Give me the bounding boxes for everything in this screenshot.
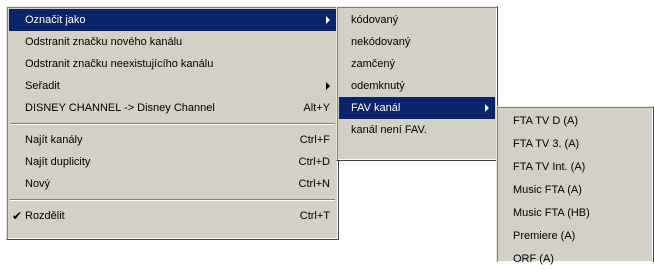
menu-item-unencrypted[interactable]: nekódovaný xyxy=(339,31,495,53)
menu-item-label: nekódovaný xyxy=(351,36,411,48)
menu-separator xyxy=(10,199,335,201)
menu-item-shortcut: Ctrl+D xyxy=(298,156,330,168)
menu-item-rename-disney[interactable]: DISNEY CHANNEL -> Disney Channel Alt+Y xyxy=(9,97,336,119)
menu-item-label: kódovaný xyxy=(351,14,399,26)
menu-item-label: Nový xyxy=(25,178,51,190)
menu-item-label: Music FTA (A) xyxy=(513,183,582,196)
menu-item-label: Najít duplicity xyxy=(25,156,91,168)
mark-as-submenu: kódovaný nekódovaný zamčený odemknutý FA… xyxy=(336,6,498,161)
context-menu: Označit jako Odstranit značku nového kan… xyxy=(6,6,339,240)
menu-item-shortcut: Ctrl+F xyxy=(299,134,330,146)
menu-item-label: ORF (A) xyxy=(513,252,554,265)
menu-item-label: Premiere (A) xyxy=(513,229,576,242)
menu-item-label: Označit jako xyxy=(25,14,86,26)
menu-item-label: kanál není FAV. xyxy=(351,124,427,136)
menu-item-find-channels[interactable]: Najít kanály Ctrl+F xyxy=(9,129,336,151)
menu-item-label: Seřadit xyxy=(25,80,60,92)
submenu-arrow-icon xyxy=(326,9,330,31)
menu-separator xyxy=(10,123,335,125)
menu-item-label: odemknutý xyxy=(351,80,405,92)
submenu-arrow-icon xyxy=(326,75,330,97)
menu-item-label: FTA TV Int. (A) xyxy=(513,160,586,173)
menu-item-fav-list[interactable]: FTA TV Int. (A) xyxy=(499,155,651,178)
menu-item-label: Najít kanály xyxy=(25,134,83,146)
menu-item-label: FAV kanál xyxy=(351,102,401,114)
menu-item-fav-list[interactable]: FTA TV 3. (A) xyxy=(499,132,651,155)
menu-item-unlocked[interactable]: odemknutý xyxy=(339,75,495,97)
menu-item-label: zamčený xyxy=(351,58,396,70)
menu-item-not-fav[interactable]: kanál není FAV. xyxy=(339,119,495,141)
menu-item-label: FTA TV 3. (A) xyxy=(513,137,580,150)
menu-item-mark-as[interactable]: Označit jako xyxy=(9,9,336,31)
menu-item-fav-channel[interactable]: FAV kanál xyxy=(339,97,495,119)
submenu-arrow-icon xyxy=(485,97,489,119)
menu-item-remove-new-mark[interactable]: Odstranit značku nového kanálu xyxy=(9,31,336,53)
menu-item-fav-list[interactable]: FTA TV D (A) xyxy=(499,109,651,132)
menu-item-shortcut: Alt+Y xyxy=(303,102,330,114)
menu-item-encrypted[interactable]: kódovaný xyxy=(339,9,495,31)
menu-item-split[interactable]: ✔ Rozdělit Ctrl+T xyxy=(9,205,336,227)
menu-item-sort[interactable]: Seřadit xyxy=(9,75,336,97)
menu-item-label: Odstranit značku nového kanálu xyxy=(25,36,183,48)
menu-item-label: Music FTA (HB) xyxy=(513,206,590,219)
menu-item-label: Rozdělit xyxy=(25,210,65,222)
menu-item-shortcut: Ctrl+T xyxy=(299,210,330,222)
menu-item-remove-nonexistent-mark[interactable]: Odstranit značku neexistujícího kanálu xyxy=(9,53,336,75)
menu-item-fav-list[interactable]: ORF (A) xyxy=(499,247,651,270)
menu-item-fav-list[interactable]: Music FTA (HB) xyxy=(499,201,651,224)
menu-item-shortcut: Ctrl+N xyxy=(298,178,330,190)
check-mark-icon: ✔ xyxy=(12,209,23,223)
menu-item-new[interactable]: Nový Ctrl+N xyxy=(9,173,336,195)
menu-item-label: Odstranit značku neexistujícího kanálu xyxy=(25,58,214,70)
menu-item-fav-list[interactable]: Premiere (A) xyxy=(499,224,651,247)
menu-item-label: DISNEY CHANNEL -> Disney Channel xyxy=(25,102,215,114)
menu-item-label: FTA TV D (A) xyxy=(513,114,578,127)
menu-item-find-duplicates[interactable]: Najít duplicity Ctrl+D xyxy=(9,151,336,173)
menu-item-locked[interactable]: zamčený xyxy=(339,53,495,75)
fav-submenu: FTA TV D (A) FTA TV 3. (A) FTA TV Int. (… xyxy=(496,106,654,265)
menu-item-fav-list[interactable]: Music FTA (A) xyxy=(499,178,651,201)
